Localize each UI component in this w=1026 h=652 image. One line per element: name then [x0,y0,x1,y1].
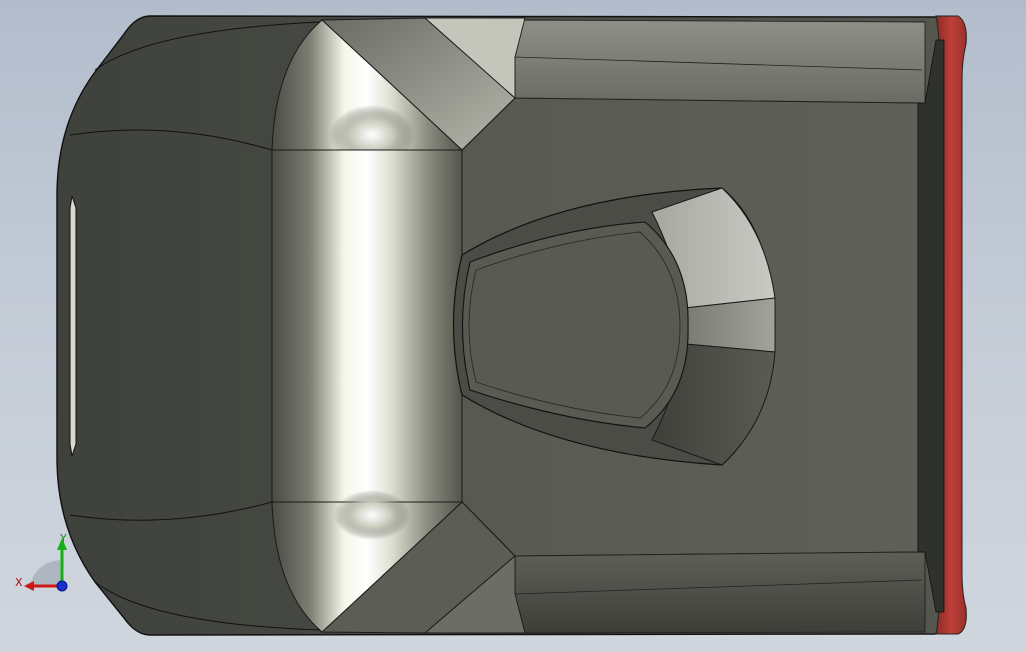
left-slot[interactable] [69,195,77,457]
part-model[interactable] [0,0,1026,652]
triad-base-shadow [30,560,62,586]
flange-side-band[interactable] [917,39,945,613]
x-axis-label: X [15,576,23,589]
graphics-viewport[interactable]: X Y [0,0,1026,652]
cup-inner-floor[interactable] [461,221,689,429]
cylinder-bar[interactable] [271,149,463,503]
cylinder-glow-bottom [334,490,410,540]
cup-back-wall-mid[interactable] [684,297,776,353]
z-axis-origin [56,580,68,592]
y-axis-label: Y [60,532,67,545]
coordinate-triad: X Y [10,528,80,598]
x-axis-arrowhead [24,581,34,591]
lower-rail-face[interactable] [514,551,926,634]
upper-rail-face[interactable] [514,19,926,104]
